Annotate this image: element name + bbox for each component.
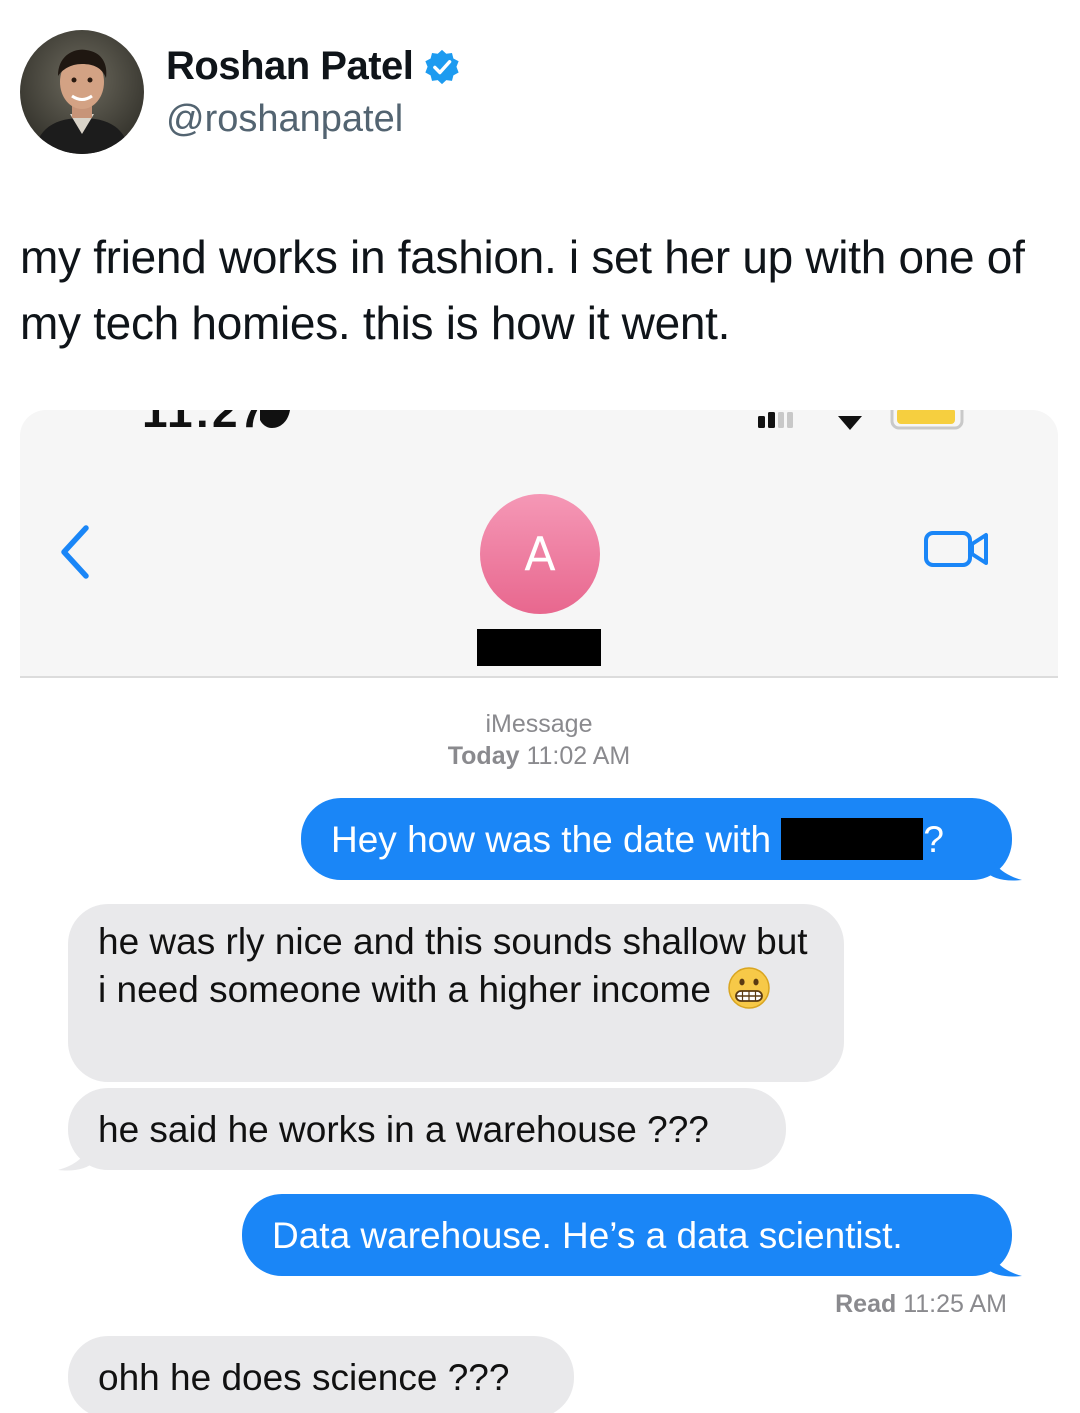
read-label: Read [835,1290,897,1318]
status-bar-icons [758,410,964,430]
received-message-bubble[interactable]: he said he works in a warehouse ??? [68,1088,786,1170]
bubble-tail [58,1132,94,1171]
verified-badge-icon [425,49,460,84]
tweet-text: my friend works in fashion. i set her up… [20,231,1025,349]
read-receipt: Read 11:25 AM [20,1290,1007,1319]
grimacing-face-emoji-icon [728,967,770,1009]
moon-icon [260,410,290,428]
message-text: he was rly nice and this sounds shallow … [98,921,808,1010]
redacted-name [781,818,924,860]
bubble-tail [986,1238,1022,1277]
imessage-screenshot: 11:27 A iMessage Today 11:02 AM Hey how … [20,410,1058,1413]
conversation-timestamp: Today 11:02 AM [20,742,1058,771]
read-time: 11:25 AM [903,1290,1007,1318]
contact-name-redacted [477,629,601,666]
contact-avatar[interactable]: A [480,494,600,614]
message-text: he said he works in a warehouse ??? [98,1109,709,1150]
video-call-icon[interactable] [922,528,992,570]
status-bar-clock: 11:27 [142,410,268,437]
sent-message-bubble[interactable]: Hey how was the date with ? [301,798,1012,880]
author-name-row: Roshan Patel [166,44,461,89]
timestamp-time: 11:02 AM [526,742,631,770]
message-text: ohh he does science ??? [98,1357,510,1398]
author-name[interactable]: Roshan Patel [166,44,414,89]
author-avatar[interactable] [20,30,144,154]
signal-bar-icon [758,416,765,428]
message-text: Hey how was the date with [331,819,772,860]
received-message-bubble[interactable]: ohh he does science ??? [68,1336,574,1413]
timestamp-day: Today [447,742,520,770]
message-text: Data warehouse. He’s a data scientist. [272,1215,903,1256]
message-text-end: ? [923,819,944,860]
sent-message-bubble[interactable]: Data warehouse. He’s a data scientist. [242,1194,1012,1276]
author-handle[interactable]: @roshanpatel [166,98,403,141]
wifi-icon [838,416,862,430]
service-label: iMessage [485,710,593,738]
received-message-bubble[interactable]: he was rly nice and this sounds shallow … [68,904,844,1082]
contact-initial: A [524,527,556,581]
back-chevron-icon[interactable] [56,520,96,584]
bubble-tail [986,842,1022,881]
conversation-header: 11:27 A [20,410,1058,678]
